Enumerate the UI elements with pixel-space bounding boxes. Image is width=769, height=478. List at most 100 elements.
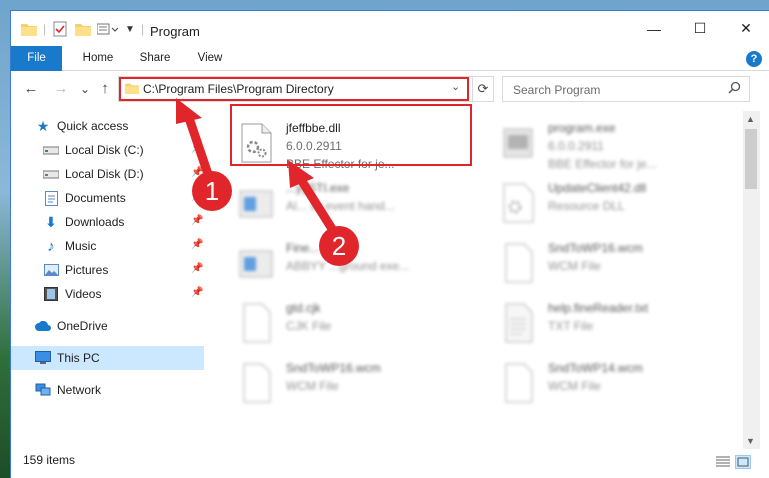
customize-qa-icon[interactable]	[97, 21, 119, 37]
sidebar-item-network[interactable]: Network	[35, 379, 101, 401]
file-item-sndtowp16-wcm-2[interactable]: SndToWP16.wcm WCM File	[216, 355, 456, 409]
file-description: Al... sk event hand...	[286, 199, 395, 213]
music-icon: ♪	[47, 237, 55, 255]
title-separator: |	[43, 22, 47, 36]
drive-icon	[43, 142, 59, 158]
scroll-up-icon[interactable]: ▲	[746, 114, 755, 124]
tab-file[interactable]: File	[11, 46, 62, 71]
folder-icon	[21, 21, 37, 37]
pin-icon[interactable]: 📌	[191, 215, 203, 226]
window-title: Program	[150, 24, 200, 39]
scroll-down-icon[interactable]: ▼	[746, 436, 755, 446]
sidebar-item-label: Local Disk (C:)	[65, 143, 144, 157]
title-bar: | ▼ | Program — ☐ ✕	[11, 11, 769, 46]
sidebar-item-label: Network	[57, 383, 102, 397]
sidebar-item-documents[interactable]: Documents	[43, 187, 126, 209]
pin-icon[interactable]: 📌	[191, 191, 203, 202]
pin-icon[interactable]: 📌	[191, 287, 203, 298]
file-item-gtd-cjk[interactable]: gtd.cjk CJK File	[216, 295, 456, 349]
file-name: SndToWP16.wcm	[548, 241, 643, 255]
pin-icon[interactable]: 📌	[191, 263, 203, 274]
file-name: ...yySTI.exe	[286, 181, 350, 195]
file-item-program-exe[interactable]: program.exe 6.0.0.2911 BBE Effector for …	[478, 115, 718, 171]
pictures-icon	[43, 262, 59, 278]
tab-view[interactable]: View	[187, 46, 233, 71]
file-item-exe[interactable]: ...yySTI.exe Al... sk event hand...	[216, 175, 456, 229]
address-dropdown-icon[interactable]: ⌄	[451, 80, 460, 93]
refresh-button[interactable]: ⟳	[472, 77, 493, 101]
search-icon[interactable]	[728, 81, 741, 97]
file-description: WCM File	[286, 379, 339, 393]
tab-share[interactable]: Share	[131, 46, 179, 71]
scroll-thumb[interactable]	[745, 129, 757, 189]
file-description: WCM File	[548, 259, 601, 273]
file-description: WCM File	[548, 379, 601, 393]
new-folder-icon[interactable]	[75, 21, 91, 37]
sidebar-item-local-disk-d[interactable]: Local Disk (D:)	[43, 163, 144, 185]
sidebar-item-this-pc[interactable]: This PC	[11, 346, 204, 370]
address-path[interactable]: C:\Program Files\Program Directory	[143, 82, 334, 96]
file-name: gtd.cjk	[286, 301, 321, 315]
drive-icon	[43, 166, 59, 182]
minimize-button[interactable]: —	[631, 11, 677, 46]
file-name: Fine...	[286, 241, 320, 255]
sidebar-item-onedrive[interactable]: OneDrive	[35, 315, 108, 337]
search-placeholder: Search Program	[513, 83, 601, 97]
network-icon	[35, 382, 51, 398]
close-button[interactable]: ✕	[723, 11, 769, 46]
qa-dropdown-icon[interactable]: ▼	[125, 21, 135, 37]
navigation-pane: ★ Quick access Local Disk (C:) 📌 Local D…	[11, 111, 206, 441]
file-item-help-finereader-txt[interactable]: help.fineReader.txt TXT File	[478, 295, 718, 349]
file-icon	[238, 363, 274, 403]
sidebar-item-label: Downloads	[65, 215, 125, 229]
back-button[interactable]: ←	[21, 80, 41, 98]
exe-icon	[238, 243, 274, 283]
file-version: 6.0.0.2911	[548, 139, 604, 153]
sidebar-item-downloads[interactable]: ⬇ Downloads	[43, 211, 124, 233]
file-highlight-box	[230, 104, 472, 166]
large-icons-view-icon[interactable]	[735, 455, 751, 469]
sidebar-item-label: Quick access	[57, 119, 129, 133]
properties-icon[interactable]	[53, 21, 67, 37]
file-name: program.exe	[548, 121, 616, 135]
sidebar-item-label: Local Disk (D:)	[65, 167, 144, 181]
sidebar-item-label: This PC	[57, 351, 100, 365]
tab-home[interactable]: Home	[73, 46, 123, 71]
dll-icon	[500, 183, 536, 223]
sidebar-item-pictures[interactable]: Pictures	[43, 259, 108, 281]
navigation-bar: ← → ⌄ ↑ C:\Program Files\Program Directo…	[11, 71, 769, 107]
forward-button[interactable]: →	[51, 80, 71, 98]
sidebar-item-music[interactable]: ♪ Music	[43, 235, 96, 257]
file-item-sndtowp14-wcm[interactable]: SndToWP14.wcm WCM File	[478, 355, 718, 409]
ribbon-tabs: File Home Share View ?	[11, 46, 769, 71]
file-item-updateclient-dll[interactable]: UpdateClient42.dll Resource DLL	[478, 175, 718, 229]
sidebar-item-label: Videos	[65, 287, 102, 301]
file-description: Resource DLL	[548, 199, 625, 213]
address-bar[interactable]: C:\Program Files\Program Directory ⌄ ⟳	[118, 76, 494, 102]
up-button[interactable]: ↑	[95, 80, 115, 98]
downloads-icon: ⬇	[45, 213, 57, 230]
sidebar-item-local-disk-c[interactable]: Local Disk (C:)	[43, 139, 144, 161]
file-name: SndToWP16.wcm	[286, 361, 381, 375]
pin-icon[interactable]: 📌	[191, 239, 203, 250]
file-icon	[238, 303, 274, 343]
file-description: CJK File	[286, 319, 332, 333]
maximize-button[interactable]: ☐	[677, 11, 723, 46]
help-button[interactable]: ?	[746, 51, 762, 67]
file-item-sndtowp16-wcm[interactable]: SndToWP16.wcm WCM File	[478, 235, 718, 289]
vertical-scrollbar[interactable]: ▲ ▼	[743, 111, 760, 449]
search-input[interactable]: Search Program	[502, 76, 750, 102]
sidebar-item-videos[interactable]: Videos	[43, 283, 101, 305]
text-file-icon	[500, 303, 536, 343]
sidebar-item-label: OneDrive	[57, 319, 108, 333]
pin-icon[interactable]: 📌	[191, 167, 203, 178]
details-view-icon[interactable]	[715, 455, 731, 469]
sidebar-item-quick-access[interactable]: ★ Quick access	[35, 115, 129, 137]
sidebar-item-label: Music	[65, 239, 97, 253]
file-item-fine-exe[interactable]: Fine... ABBYY ...ground exe...	[216, 235, 456, 289]
file-name: UpdateClient42.dll	[548, 181, 647, 195]
file-description: BBE Effector for je...	[548, 157, 657, 171]
recent-locations-button[interactable]: ⌄	[75, 80, 95, 98]
pin-icon[interactable]: 📌	[191, 143, 203, 154]
videos-icon	[43, 286, 59, 302]
